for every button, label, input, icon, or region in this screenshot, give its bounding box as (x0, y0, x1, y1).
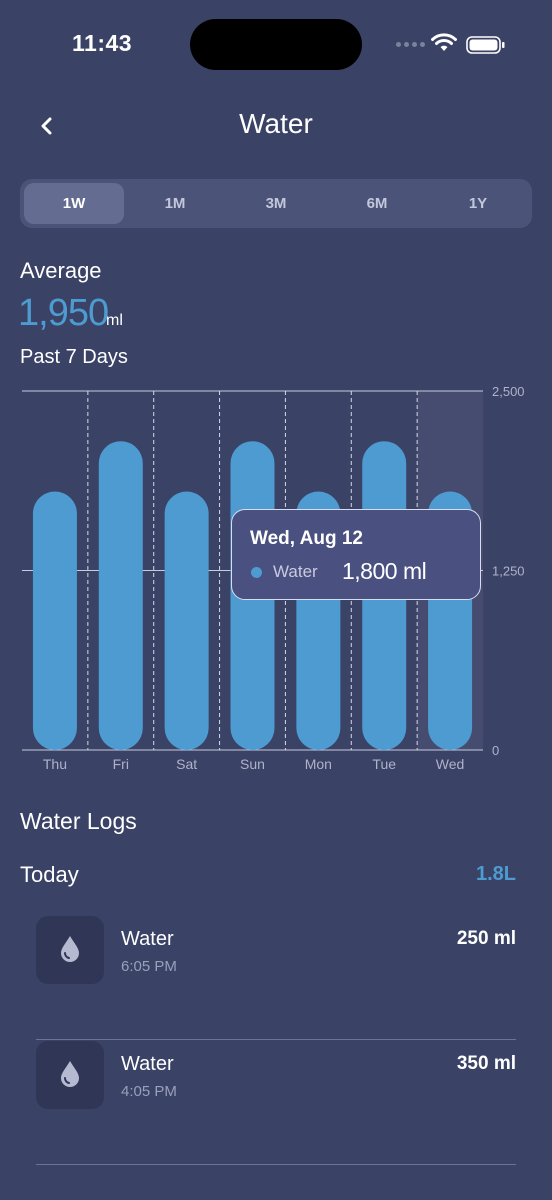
bar-fri (98, 441, 143, 750)
y-tick-label: 2,500 (492, 384, 525, 399)
period-label: Past 7 Days (20, 346, 128, 368)
average-label: Average (20, 258, 102, 283)
log-amount: 350 ml (456, 1053, 516, 1074)
log-item[interactable]: Water 6:05 PM 250 ml (36, 916, 516, 1040)
average-value: 1,950 (18, 292, 109, 334)
log-amount: 250 ml (456, 928, 516, 949)
bar-thu (32, 491, 77, 750)
tab-1m[interactable]: 1M (125, 183, 225, 224)
x-tick-label: Wed (436, 756, 465, 772)
tab-3m[interactable]: 3M (226, 183, 326, 224)
today-total: 1.8L (475, 863, 516, 885)
average-unit: ml (106, 312, 123, 329)
log-name: Water (121, 1053, 174, 1075)
x-tick-label: Sun (240, 756, 265, 772)
series-color-dot (251, 567, 262, 578)
tab-6m[interactable]: 6M (327, 183, 427, 224)
today-label: Today (20, 862, 79, 887)
tooltip-date: Wed, Aug 12 (250, 528, 363, 549)
x-tick-label: Fri (113, 756, 129, 772)
bar-sat (164, 491, 209, 750)
log-time: 4:05 PM (121, 1083, 177, 1100)
tab-1w[interactable]: 1W (24, 183, 124, 224)
tooltip-value: 1,800 ml (342, 558, 427, 584)
log-time: 6:05 PM (121, 958, 177, 975)
water-drop-icon (61, 936, 79, 962)
dynamic-island (190, 19, 362, 70)
status-bar: 11:43 (0, 0, 552, 90)
x-tick-label: Tue (372, 756, 396, 772)
battery-icon (466, 36, 505, 54)
logs-title: Water Logs (20, 808, 137, 834)
range-selector: 1W 1M 3M 6M 1Y (20, 179, 532, 228)
log-icon-tile (36, 916, 104, 984)
log-item[interactable]: Water 4:05 PM 350 ml (36, 1041, 516, 1165)
x-tick-label: Sat (176, 756, 197, 772)
page-title: Water (239, 108, 313, 139)
nav-bar: Water (0, 96, 552, 152)
signal-icon (396, 42, 425, 47)
chart-tooltip: Wed, Aug 12 Water 1,800 ml (231, 509, 481, 600)
status-time: 11:43 (72, 30, 133, 56)
log-icon-tile (36, 1041, 104, 1109)
tooltip-series-label: Water (273, 562, 318, 581)
y-tick-label: 1,250 (492, 564, 525, 579)
water-drop-icon (61, 1061, 79, 1087)
x-tick-label: Thu (43, 756, 67, 772)
y-tick-label: 0 (492, 743, 499, 758)
tab-1y[interactable]: 1Y (428, 183, 528, 224)
log-name: Water (121, 928, 174, 950)
x-tick-label: Mon (305, 756, 332, 772)
wifi-icon (431, 33, 457, 51)
